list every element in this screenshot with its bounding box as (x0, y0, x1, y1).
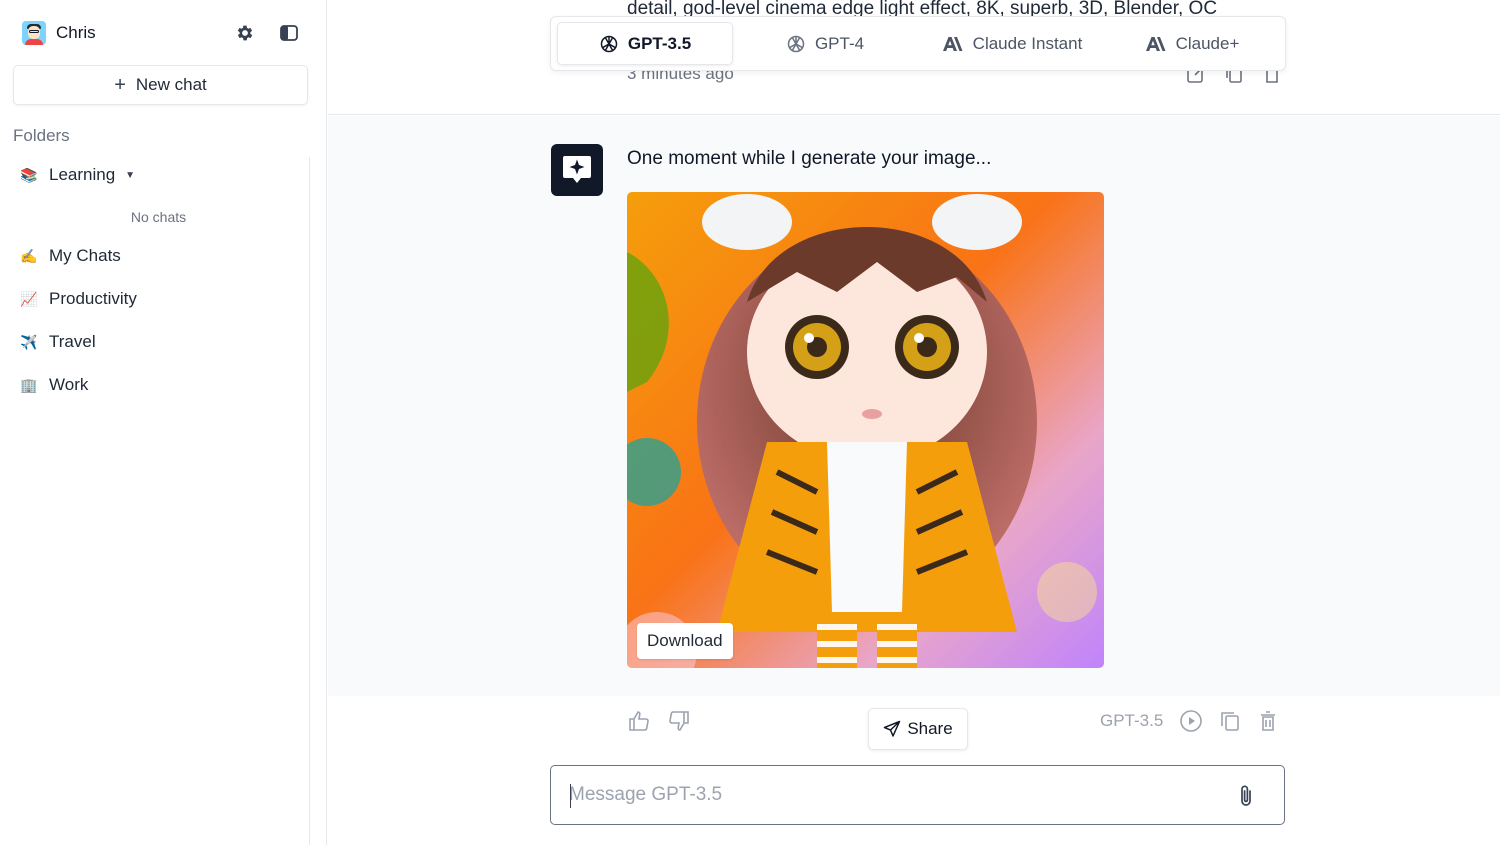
folder-label: My Chats (49, 246, 121, 265)
chat-area: detail, god-level cinema edge light effe… (328, 0, 1500, 845)
paperclip-icon (1241, 785, 1251, 806)
books-icon: 📚 (20, 166, 38, 183)
paper-plane-icon (884, 720, 901, 737)
new-chat-label: New chat (135, 75, 207, 94)
writing-hand-icon: ✍️ (20, 247, 38, 264)
chevron-down-icon: ▼ (125, 169, 136, 181)
trash-icon[interactable] (1257, 710, 1279, 732)
folder-learning[interactable]: 📚 Learning ▼ (20, 165, 135, 185)
user-avatar (22, 21, 46, 45)
tab-gpt-3-5[interactable]: GPT-3.5 (557, 22, 733, 65)
attach-button[interactable] (1233, 783, 1259, 809)
openai-icon (600, 35, 618, 52)
play-icon[interactable] (1179, 709, 1203, 733)
settings-button[interactable] (233, 21, 257, 45)
assistant-message: One moment while I generate your image..… (328, 116, 1500, 731)
folder-label: Work (49, 375, 89, 394)
assistant-avatar (551, 144, 603, 196)
thumbs-down-icon[interactable] (668, 710, 690, 732)
user-profile[interactable]: Chris (22, 20, 96, 46)
tab-claude-plus[interactable]: Claude+ (1107, 22, 1277, 65)
user-name: Chris (56, 23, 96, 42)
chart-increasing-icon: 📈 (20, 290, 38, 307)
folder-productivity[interactable]: 📈 Productivity (20, 289, 137, 309)
tab-label: GPT-3.5 (627, 33, 692, 53)
anthropic-icon (1145, 36, 1166, 51)
folders-heading: Folders (13, 126, 70, 145)
sidebar: Chris + New chat Folders 📚 Learning ▼ No… (0, 0, 327, 845)
message-meta-actions: GPT-3.5 (1100, 709, 1279, 733)
copy-icon[interactable] (1219, 710, 1241, 732)
folder-my-chats[interactable]: ✍️ My Chats (20, 246, 121, 266)
folder-label: Productivity (49, 289, 137, 308)
toggle-sidebar-button[interactable] (277, 21, 301, 45)
empty-folder-text: No chats (130, 209, 187, 225)
share-label: Share (907, 719, 953, 738)
anthropic-icon (942, 36, 963, 51)
folder-label: Travel (49, 332, 96, 351)
generated-image[interactable]: Download (627, 192, 1104, 668)
tab-gpt-4[interactable]: GPT-4 (733, 22, 917, 65)
new-chat-button[interactable]: + New chat (13, 65, 308, 105)
tab-claude-instant[interactable]: Claude Instant (917, 22, 1107, 65)
thumbs-up-icon[interactable] (628, 710, 650, 732)
tab-label: Claude+ (1175, 33, 1240, 53)
folder-work[interactable]: 🏢 Work (20, 375, 88, 395)
airplane-icon: ✈️ (20, 333, 38, 350)
folder-travel[interactable]: ✈️ Travel (20, 332, 96, 352)
sparkle-chat-icon (563, 156, 591, 183)
model-label: GPT-3.5 (1100, 711, 1164, 730)
model-selector: GPT-3.5 GPT-4 Claude Instant Claude+ (550, 16, 1286, 71)
sidebar-panel-icon (280, 25, 298, 41)
text-cursor (570, 784, 571, 808)
assistant-message-text: One moment while I generate your image..… (627, 148, 992, 169)
share-button[interactable]: Share (868, 708, 968, 750)
message-composer (550, 765, 1285, 825)
gear-icon (237, 25, 253, 41)
tab-label: GPT-4 (814, 33, 865, 53)
doll-illustration (627, 192, 1104, 668)
openai-icon (787, 35, 805, 52)
tab-label: Claude Instant (972, 33, 1083, 53)
download-button[interactable]: Download (637, 623, 733, 659)
feedback-buttons (628, 710, 690, 732)
previous-message: detail, god-level cinema edge light effe… (328, 0, 1500, 115)
office-building-icon: 🏢 (20, 376, 38, 393)
folder-label: Learning (49, 165, 116, 184)
sidebar-scrollbar[interactable] (309, 157, 310, 845)
message-input[interactable] (569, 766, 1209, 824)
plus-icon: + (114, 74, 126, 96)
